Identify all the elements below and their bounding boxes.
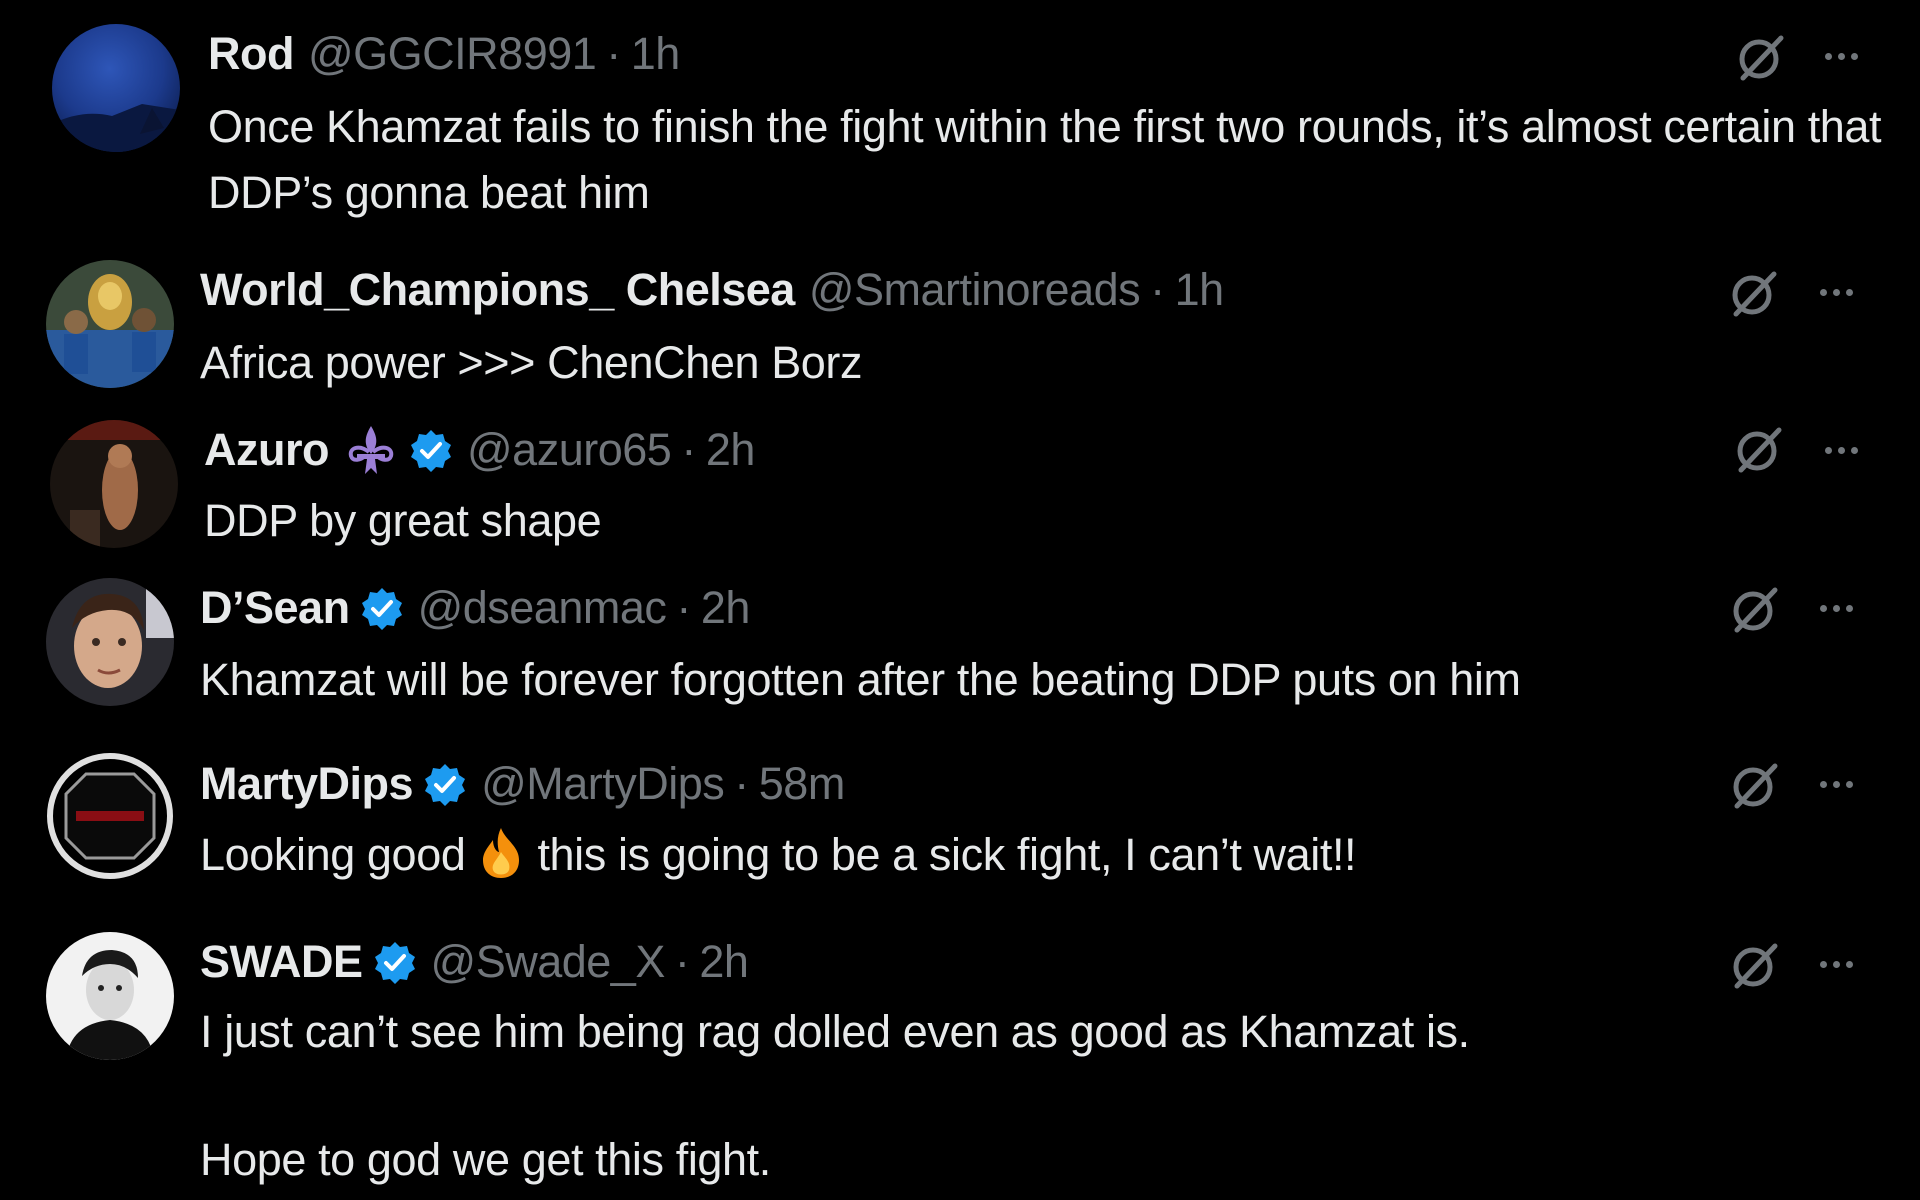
reply-header: Rod @GGCIR8991 · 1h (208, 24, 680, 84)
timestamp[interactable]: 1h (631, 28, 681, 80)
more-options-icon[interactable] (1815, 36, 1867, 76)
reply-text: Africa power >>> ChenChen Borz (200, 337, 863, 388)
avatar[interactable] (46, 932, 174, 1060)
reply-text: Khamzat will be forever forgotten after … (200, 654, 1521, 705)
timestamp[interactable]: 2h (706, 424, 756, 476)
timestamp[interactable]: 2h (701, 582, 751, 634)
user-handle[interactable]: @azuro65 (467, 424, 672, 476)
reply-text: Once Khamzat fails to finish the fight w… (208, 101, 1894, 218)
display-name[interactable]: SWADE (200, 936, 363, 988)
grok-icon[interactable] (1728, 268, 1780, 320)
reply-header: World_Champions_ Chelsea @Smartinoreads … (200, 260, 1224, 320)
fleur-de-lis-icon (343, 422, 399, 478)
separator-dot: · (681, 424, 696, 475)
display-name[interactable]: MartyDips (200, 758, 414, 810)
reply-header: SWADE @Swade_X · 2h (200, 932, 749, 992)
user-handle[interactable]: @Smartinoreads (809, 264, 1141, 316)
user-handle[interactable]: @Swade_X (431, 936, 666, 988)
fire-emoji (473, 824, 529, 880)
display-name[interactable]: World_Champions_ Chelsea (200, 264, 795, 316)
avatar[interactable] (52, 24, 180, 152)
more-options-icon[interactable] (1810, 588, 1862, 628)
verified-badge-icon[interactable] (409, 428, 453, 472)
timestamp[interactable]: 58m (759, 758, 846, 810)
verified-badge-icon[interactable] (360, 586, 404, 630)
user-handle[interactable]: @GGCIR8991 (308, 28, 597, 80)
reply-text: Looking good this is going to be a sick f… (200, 822, 1900, 888)
grok-icon[interactable] (1735, 32, 1787, 84)
verified-badge-icon[interactable] (423, 762, 467, 806)
grok-icon[interactable] (1729, 584, 1781, 636)
reply-header: MartyDips @MartyDips · 58m (200, 754, 845, 814)
display-name[interactable]: Rod (208, 28, 294, 80)
grok-icon[interactable] (1729, 940, 1781, 992)
separator-dot: · (1150, 264, 1165, 315)
avatar[interactable] (46, 752, 174, 880)
separator-dot: · (674, 936, 690, 987)
more-options-icon[interactable] (1810, 272, 1862, 312)
reply-header: D’Sean @dseanmac · 2h (200, 578, 750, 638)
verified-badge-icon[interactable] (373, 940, 417, 984)
grok-icon[interactable] (1729, 760, 1781, 812)
reply-header: Azuro @azuro65 · 2h (204, 420, 755, 480)
reply-text-before: Looking good (200, 829, 466, 880)
user-handle[interactable]: @dseanmac (418, 582, 667, 634)
separator-dot: · (606, 28, 621, 79)
timestamp[interactable]: 1h (1175, 264, 1225, 316)
display-name[interactable]: Azuro (204, 424, 330, 476)
avatar[interactable] (46, 578, 174, 706)
separator-dot: · (676, 582, 691, 633)
reply-text: I just can’t see him being rag dolled ev… (200, 1006, 1470, 1185)
more-options-icon[interactable] (1810, 764, 1862, 804)
reply-text: DDP by great shape (204, 495, 602, 546)
grok-icon[interactable] (1733, 424, 1785, 476)
timestamp[interactable]: 2h (699, 936, 749, 988)
replies-feed: Rod @GGCIR8991 · 1h Once Khamzat fails t… (0, 0, 1920, 1200)
reply-text-after: this is going to be a sick fight, I can’… (537, 829, 1357, 880)
more-options-icon[interactable] (1815, 430, 1867, 470)
avatar[interactable] (50, 420, 178, 548)
separator-dot: · (734, 758, 749, 809)
user-handle[interactable]: @MartyDips (481, 758, 725, 810)
avatar[interactable] (46, 260, 174, 388)
display-name[interactable]: D’Sean (200, 582, 350, 634)
more-options-icon[interactable] (1810, 944, 1862, 984)
